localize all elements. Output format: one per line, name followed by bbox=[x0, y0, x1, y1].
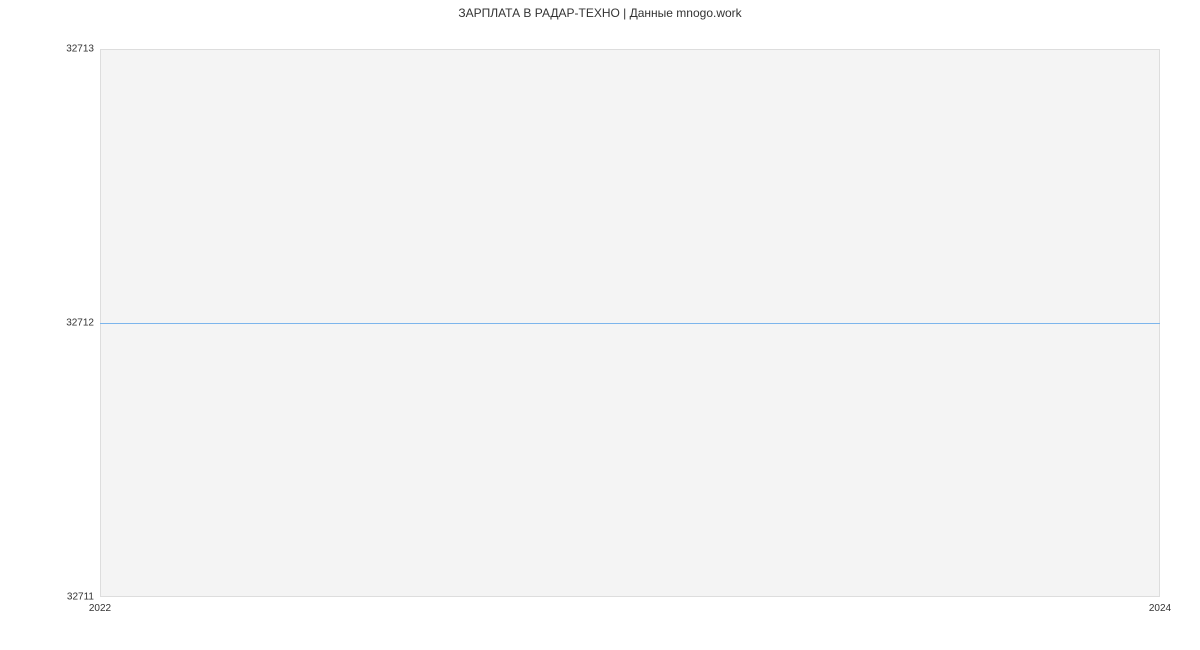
chart-title: ЗАРПЛАТА В РАДАР-ТЕХНО | Данные mnogo.wo… bbox=[0, 6, 1200, 20]
y-tick-32713: 32713 bbox=[66, 44, 94, 55]
y-tick-32712: 32712 bbox=[66, 318, 94, 329]
x-tick-2024: 2024 bbox=[1149, 603, 1171, 614]
series-salary bbox=[100, 323, 1160, 324]
y-tick-32711: 32711 bbox=[67, 592, 94, 603]
x-tick-2022: 2022 bbox=[89, 603, 111, 614]
